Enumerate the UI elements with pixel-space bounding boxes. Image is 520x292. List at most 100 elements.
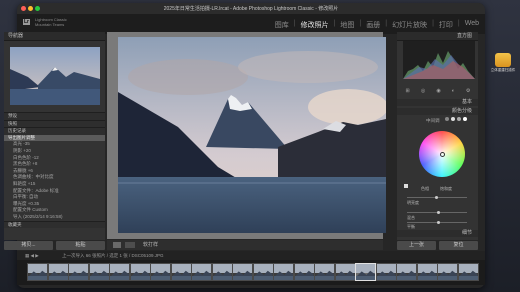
history-item[interactable]: 色调曲线：中对比度 xyxy=(4,174,105,181)
module-separator: | xyxy=(333,20,336,27)
module-4[interactable]: 幻灯片放映 xyxy=(392,20,427,30)
midtones-icon[interactable] xyxy=(457,117,461,121)
midtones-label: 中间调 xyxy=(426,118,440,123)
color-swatch-icon[interactable] xyxy=(404,184,408,188)
filmstrip-thumbnail[interactable] xyxy=(252,263,274,281)
filmstrip-thumbnail[interactable] xyxy=(68,263,89,281)
settings-icon[interactable]: ⚙ xyxy=(466,88,470,95)
filmstrip-bar: ▦ ◀ ▶ 上一次导入 66 张照片 / 选定 1 张 / DSC05109.J… xyxy=(17,251,485,260)
filmstrip-thumbnail[interactable] xyxy=(211,263,233,281)
panel-section-header[interactable]: 快照 xyxy=(4,119,105,128)
basic-header[interactable]: 基本 xyxy=(397,99,478,106)
module-separator: | xyxy=(457,20,460,27)
crop-icon[interactable]: ⊞ xyxy=(406,88,410,95)
color-grading-header[interactable]: 颜色分级 xyxy=(397,108,478,115)
filmstrip-thumbnail[interactable] xyxy=(396,263,417,281)
module-picker: 图库 | 修改照片 | 地图 | 画册 | 幻灯片放映 | 打印 | Web xyxy=(275,20,479,30)
filmstrip-thumbnail[interactable] xyxy=(150,263,171,281)
filmstrip-thumbnail[interactable] xyxy=(355,263,376,281)
module-separator: | xyxy=(359,20,362,27)
filmstrip-thumbnail[interactable] xyxy=(314,263,335,281)
identity-plate: Lr Lightroom Classic Mountain Teams 图库 | 修… xyxy=(17,14,485,34)
toolbar: 软打样 xyxy=(107,240,383,250)
filmstrip-thumbnail[interactable] xyxy=(129,263,151,281)
desktop-folder[interactable]: 立体重建扫描件 xyxy=(488,53,518,73)
filmstrip-thumbnail[interactable] xyxy=(416,263,438,281)
filmstrip-thumbnail[interactable] xyxy=(109,263,130,281)
mask-icon[interactable]: ◐ xyxy=(452,88,455,95)
filmstrip-thumbnail[interactable] xyxy=(273,263,294,281)
folder-icon xyxy=(495,53,511,67)
main-photo[interactable] xyxy=(118,37,386,233)
heal-icon[interactable]: ◎ xyxy=(421,88,425,95)
navigator-preview[interactable] xyxy=(10,47,100,105)
filmstrip-thumbnail[interactable] xyxy=(47,263,69,281)
filmstrip-thumbnail[interactable] xyxy=(232,263,253,281)
navigator-header[interactable]: 导航器 xyxy=(4,32,105,41)
previous-button[interactable]: 上一张 xyxy=(397,241,436,250)
luminance-slider[interactable] xyxy=(407,196,467,199)
shadows-icon[interactable] xyxy=(451,117,455,121)
history-item[interactable]: 白平衡: 自动 xyxy=(4,194,105,201)
loupe-view-icon[interactable] xyxy=(113,242,121,248)
identity-line2: Mountain Teams xyxy=(35,22,65,27)
copy-settings-button[interactable]: 拷贝... xyxy=(4,241,53,250)
paste-settings-button[interactable]: 粘贴 xyxy=(56,241,105,250)
filmstrip-nav-icon[interactable]: ▦ ◀ ▶ xyxy=(25,251,39,260)
panel-section-header[interactable]: 收藏夹 xyxy=(4,220,105,229)
reset-button[interactable]: 复位 xyxy=(439,241,478,250)
blending-label: 混合 xyxy=(407,215,415,220)
history-item[interactable]: 高光 -35 xyxy=(4,141,105,148)
left-panel: 导航器 预设 快照 历史记录 导出图片调整 高光 -35 阴影 +20 白色色阶 -12 黑色… xyxy=(4,32,105,240)
filmstrip-thumbnail[interactable] xyxy=(27,263,48,281)
redeye-icon[interactable]: ◉ xyxy=(436,88,440,95)
filmstrip-thumbnail[interactable] xyxy=(437,263,458,281)
module-6[interactable]: Web xyxy=(465,20,479,30)
detail-header[interactable]: 细节 xyxy=(397,230,478,237)
module-separator: | xyxy=(385,20,388,27)
grading-mode-buttons xyxy=(445,117,467,121)
module-separator: | xyxy=(432,20,434,27)
module-separator: | xyxy=(293,20,296,27)
luminance-label: 明亮度 xyxy=(407,200,419,205)
lightroom-logo: Lr xyxy=(23,19,30,25)
history-item[interactable]: 鲜艳度 +15 xyxy=(4,181,105,188)
three-way-icon[interactable] xyxy=(445,117,449,121)
folder-label: 立体重建扫描件 xyxy=(490,68,516,72)
module-5[interactable]: 打印 xyxy=(439,20,453,30)
histogram-header[interactable]: 直方图 xyxy=(397,32,478,41)
history-item[interactable]: 黑色色阶 +8 xyxy=(4,161,105,168)
filmstrip-thumbnail[interactable] xyxy=(457,263,479,281)
blending-slider[interactable] xyxy=(407,211,467,214)
history-list: 预设 快照 历史记录 导出图片调整 高光 -35 阴影 +20 白色色阶 -12 黑色色阶 +… xyxy=(4,112,105,229)
right-buttons: 上一张 复位 xyxy=(397,241,478,250)
filmstrip xyxy=(17,260,485,285)
hue-label: 色相 xyxy=(421,186,429,191)
panel-section-header[interactable]: 历史记录 xyxy=(4,127,105,135)
saturation-label: 饱和度 xyxy=(440,186,452,191)
highlights-icon[interactable] xyxy=(463,117,467,121)
module-3[interactable]: 画册 xyxy=(366,20,380,30)
filmstrip-source[interactable]: 上一次导入 66 张照片 / 选定 1 张 / DSC05109.JPG xyxy=(62,251,164,260)
identity-name: Lightroom Classic Mountain Teams xyxy=(35,17,67,27)
module-1[interactable]: 修改照片 xyxy=(301,20,329,30)
filmstrip-thumbnail[interactable] xyxy=(191,263,212,281)
balance-slider[interactable] xyxy=(407,221,467,224)
window-title: 2025年日常生活拍摄-LR.lrcat - Adobe Photoshop L… xyxy=(163,6,339,12)
module-2[interactable]: 地图 xyxy=(340,20,354,30)
filmstrip-thumbnail[interactable] xyxy=(293,263,315,281)
color-wheel-handle[interactable] xyxy=(440,152,445,157)
history-item[interactable]: 导入 (2025/2/14 9:16:58) xyxy=(4,214,105,221)
filmstrip-thumbnail[interactable] xyxy=(375,263,397,281)
module-0[interactable]: 图库 xyxy=(275,20,289,30)
histogram xyxy=(403,41,475,79)
filmstrip-thumbnail[interactable] xyxy=(170,263,192,281)
history-item[interactable]: 配置文件 Custom xyxy=(4,207,105,214)
develop-tools: ⊞ ◎ ◉ ◐ ⚙ xyxy=(400,88,476,95)
before-after-icon[interactable] xyxy=(125,242,135,248)
softproof-label[interactable]: 软打样 xyxy=(143,241,158,249)
panel-section-header[interactable]: 预设 xyxy=(4,112,105,120)
filmstrip-thumbnail[interactable] xyxy=(334,263,356,281)
filmstrip-thumbnail[interactable] xyxy=(88,263,110,281)
history-item[interactable]: 阴影 +20 xyxy=(4,148,105,155)
